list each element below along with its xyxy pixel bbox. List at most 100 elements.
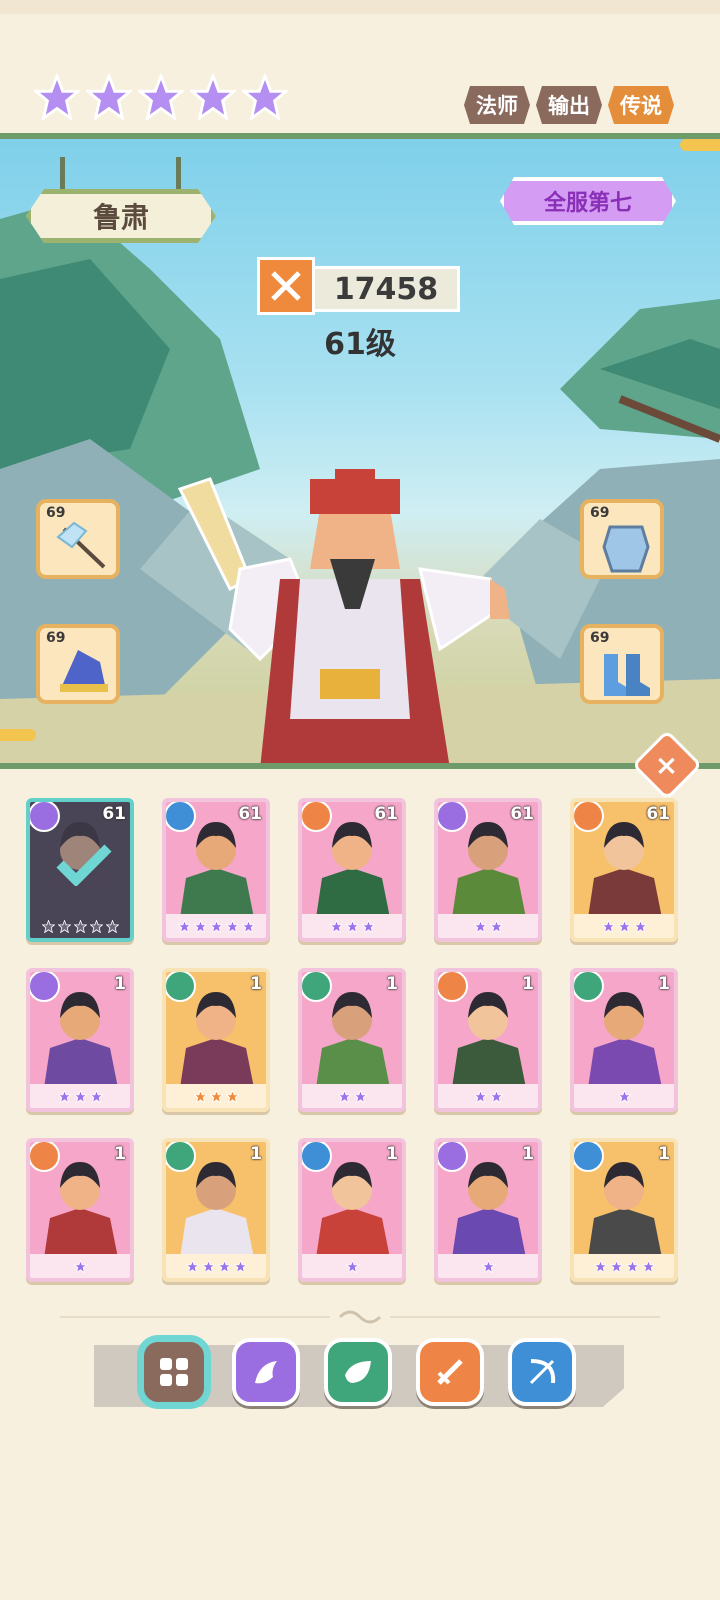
hero-card-level: 1 [658, 1144, 670, 1164]
star-icon [641, 1259, 655, 1273]
star-icon [353, 1089, 367, 1103]
star-icon [233, 1259, 247, 1273]
hero-card-stars [30, 1254, 130, 1278]
hero-card[interactable]: 1 [162, 1138, 270, 1282]
hero-name: 鲁肃 [26, 189, 216, 243]
grid-icon [160, 1358, 188, 1386]
star-icon [225, 1089, 239, 1103]
filter-warrior-button[interactable] [416, 1338, 484, 1406]
hero-card-level: 1 [522, 1144, 534, 1164]
star-icon [473, 1089, 487, 1103]
server-rank-badge[interactable]: 全服第七 [500, 177, 676, 225]
archer-faction-icon [302, 1142, 332, 1172]
equip-slot-armor[interactable]: 69 [580, 499, 664, 579]
power-value: 17458 [333, 271, 439, 307]
hero-card-level: 1 [522, 974, 534, 994]
support-faction-icon [166, 972, 196, 1002]
hero-card-level: 1 [114, 1144, 126, 1164]
warrior-faction-icon [30, 1142, 60, 1172]
star-icon [193, 1089, 207, 1103]
hero-card-stars [30, 914, 130, 938]
star-icon [57, 1089, 71, 1103]
hat-icon [60, 650, 108, 692]
hero-card-level: 61 [646, 804, 670, 824]
star-icon [329, 919, 343, 933]
hero-card[interactable]: 61 [298, 798, 406, 942]
hero-card[interactable]: 1 [570, 968, 678, 1112]
tag-role: 输出 [536, 86, 602, 124]
rating-star-icon [242, 74, 288, 120]
star-icon [345, 1259, 359, 1273]
hero-card-stars [574, 1084, 674, 1108]
star-icon [481, 1259, 495, 1273]
hero-card[interactable]: 1 [26, 968, 134, 1112]
hero-card[interactable]: 61 [570, 798, 678, 942]
star-icon [185, 1259, 199, 1273]
hero-card-stars [30, 1084, 130, 1108]
hero-card[interactable]: 1 [162, 968, 270, 1112]
boots-icon [604, 654, 650, 696]
hero-card-stars [574, 914, 674, 938]
hero-nameplate: 鲁肃 [26, 157, 216, 237]
warrior-faction-icon [302, 802, 332, 832]
hero-card[interactable]: 1 [570, 1138, 678, 1282]
star-icon [617, 919, 631, 933]
hero-card-stars [574, 1254, 674, 1278]
star-icon [489, 919, 503, 933]
star-icon [593, 1259, 607, 1273]
filter-archer-button[interactable] [508, 1338, 576, 1406]
gold-trim-bottom [0, 729, 36, 741]
star-icon [473, 919, 487, 933]
hero-card[interactable]: 1 [26, 1138, 134, 1282]
star-icon [73, 1259, 87, 1273]
gold-trim-top [680, 139, 720, 151]
hero-card-stars [438, 914, 538, 938]
hero-card-stars [302, 1254, 402, 1278]
star-icon [633, 919, 647, 933]
hero-card[interactable]: 1 [434, 1138, 542, 1282]
hero-card-level: 61 [374, 804, 398, 824]
hero-card[interactable]: 61 [162, 798, 270, 942]
close-icon: × [655, 748, 679, 782]
hero-card[interactable]: 61 [26, 798, 134, 942]
hero-card-level: 1 [658, 974, 670, 994]
star-icon [193, 919, 207, 933]
star-icon [609, 1259, 623, 1273]
hero-card-level: 61 [238, 804, 262, 824]
star-icon [345, 919, 359, 933]
hero-card[interactable]: 1 [298, 1138, 406, 1282]
archer-faction-icon [166, 802, 196, 832]
hero-card-level: 1 [386, 974, 398, 994]
crossed-swords-icon [257, 257, 315, 315]
hero-card-level: 61 [510, 804, 534, 824]
mage-faction-icon [30, 972, 60, 1002]
star-icon [41, 919, 55, 933]
mage-faction-icon [438, 1142, 468, 1172]
filter-support-button[interactable] [324, 1338, 392, 1406]
filter-mage-button[interactable] [232, 1338, 300, 1406]
star-rating [34, 74, 288, 120]
tag-class: 法师 [464, 86, 530, 124]
mage-faction-icon [30, 802, 60, 832]
star-icon [361, 919, 375, 933]
filter-all-button[interactable] [140, 1338, 208, 1406]
hero-card-stars [438, 1084, 538, 1108]
star-icon [225, 919, 239, 933]
hero-card[interactable]: 61 [434, 798, 542, 942]
equip-slot-helmet[interactable]: 69 [36, 624, 120, 704]
equip-slot-boots[interactable]: 69 [580, 624, 664, 704]
top-strip [0, 0, 720, 14]
hero-card[interactable]: 1 [434, 968, 542, 1112]
star-icon [217, 1259, 231, 1273]
combat-power: 17458 [257, 257, 460, 315]
armor-icon [602, 525, 650, 573]
star-icon [57, 919, 71, 933]
star-icon [241, 919, 255, 933]
rating-star-icon [34, 74, 80, 120]
equip-slot-weapon[interactable]: 69 [36, 499, 120, 579]
archer-faction-icon [574, 1142, 604, 1172]
hero-card-stars [166, 1084, 266, 1108]
hero-card[interactable]: 1 [298, 968, 406, 1112]
hero-card-stars [302, 914, 402, 938]
hero-card-stars [302, 1084, 402, 1108]
